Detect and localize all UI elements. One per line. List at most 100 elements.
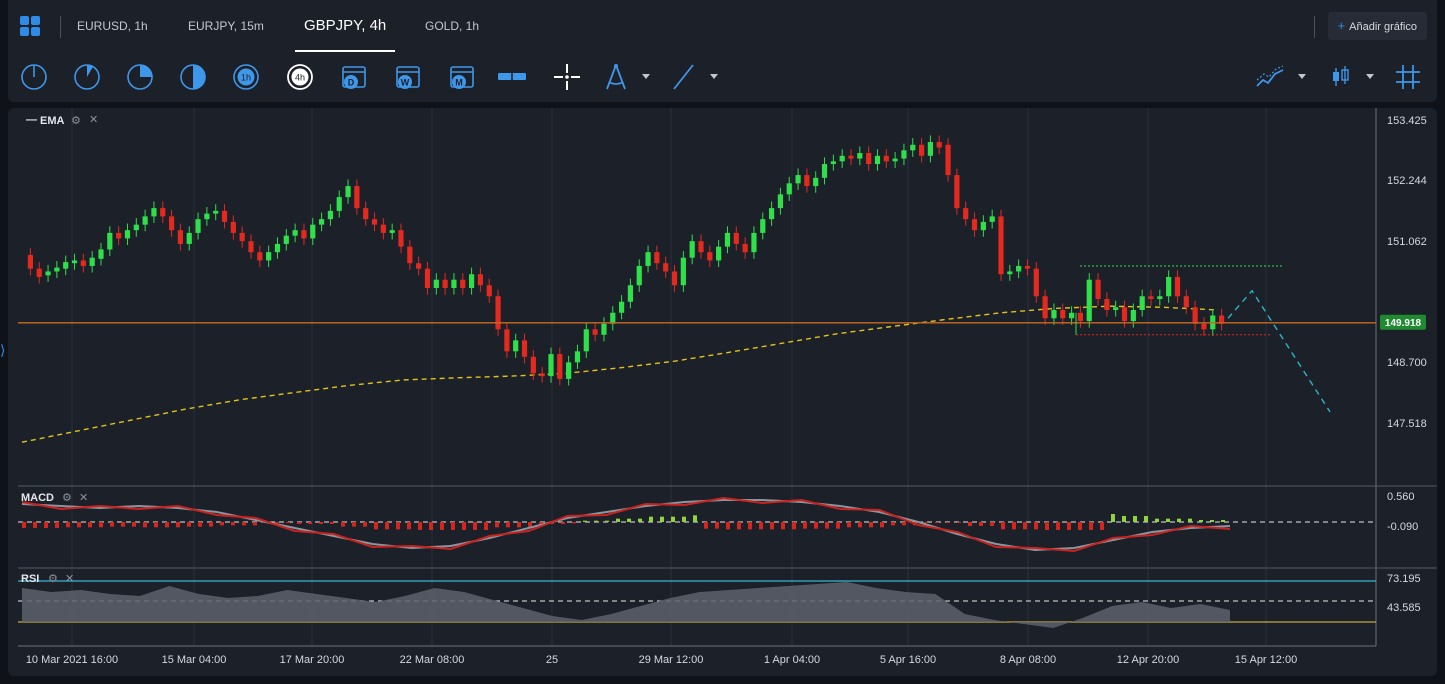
drawing-tools-button[interactable] [601, 62, 631, 92]
indicators-dropdown-icon[interactable] [1298, 74, 1306, 79]
ema-settings-icon[interactable]: ⚙ [71, 114, 81, 127]
tab-eurjpy-15m[interactable]: EURJPY, 15m [188, 0, 264, 52]
candle-body [724, 232, 731, 247]
line-tool-button[interactable] [669, 62, 699, 92]
candle-body [618, 301, 625, 313]
macd-histogram-bar [1155, 518, 1159, 522]
macd-histogram-bar [363, 522, 367, 527]
candle-body [363, 208, 369, 220]
macd-histogram-bar [352, 522, 356, 527]
macd-settings-icon[interactable]: ⚙ [62, 491, 72, 504]
candle-body [354, 186, 360, 209]
macd-histogram-bar [1100, 522, 1104, 530]
tab-gold-1h[interactable]: GOLD, 1h [425, 0, 479, 52]
candle-body [71, 260, 78, 264]
candle-body [768, 208, 775, 220]
rsi-close-icon[interactable]: ✕ [65, 572, 74, 585]
macd-histogram-bar [869, 522, 873, 528]
candle-body [1183, 296, 1189, 308]
candle-body [539, 373, 545, 377]
svg-text:W: W [401, 78, 410, 88]
macd-histogram-bar [242, 522, 246, 526]
candle-body [116, 232, 122, 239]
macd-histogram-bar [297, 522, 301, 524]
line-tool-dropdown-icon[interactable] [710, 74, 718, 79]
layout-grid-icon[interactable] [20, 16, 40, 36]
candle-body [813, 177, 819, 187]
candle-body [54, 267, 60, 272]
macd-histogram-bar [770, 522, 774, 530]
clock-4h-icon: 4h [287, 64, 313, 90]
timeframe-month-button[interactable]: M [447, 62, 477, 92]
chart-type-button[interactable] [1325, 62, 1355, 92]
candle-body [521, 340, 528, 357]
indicators-button[interactable] [1255, 62, 1285, 92]
macd-histogram-bar [22, 522, 26, 528]
candle-body [221, 210, 228, 222]
candle-body [1201, 323, 1207, 330]
candle-body [636, 265, 642, 286]
candle-body [177, 230, 184, 244]
macd-histogram-bar [275, 522, 279, 523]
macd-histogram-bar [1210, 520, 1214, 522]
candle-body [848, 155, 854, 159]
macd-histogram-bar [814, 522, 818, 529]
candle-body [689, 241, 695, 258]
candle-body [592, 329, 598, 335]
macd-histogram-bar [77, 522, 81, 528]
candle-body [1007, 271, 1013, 275]
chart-panel[interactable]: 153.425 152.244 151.062 149.918 148.700 147.5… [8, 108, 1437, 676]
candle-body [495, 296, 501, 330]
tab-gbpjpy-4h[interactable]: GBPJPY, 4h [295, 0, 396, 52]
candle-body [1192, 307, 1198, 324]
macd-histogram-bar [220, 522, 224, 526]
expand-sidebar-icon[interactable]: ⟩ [0, 342, 5, 359]
forecast-dashed-line [1227, 289, 1331, 413]
candle-body [601, 323, 607, 335]
candle-body [424, 268, 431, 288]
timeframe-5m-button[interactable] [72, 62, 102, 92]
ema-close-icon[interactable]: ✕ [89, 113, 98, 126]
candle-body [548, 354, 554, 377]
add-chart-button[interactable]: + Añadir gráfico [1327, 12, 1427, 40]
candle-body [186, 232, 192, 244]
macd-histogram-bar [374, 522, 378, 530]
macd-histogram-bar [726, 522, 730, 530]
rsi-settings-icon[interactable]: ⚙ [48, 572, 58, 585]
timeframe-day-button[interactable]: D [339, 62, 369, 92]
clock-1m-icon [21, 64, 47, 90]
range-tool-button[interactable] [497, 62, 527, 92]
candle-body [398, 230, 404, 247]
macd-histogram-bar [968, 522, 972, 526]
ema-collapse-icon[interactable]: — [26, 114, 37, 126]
macd-histogram-bar [440, 522, 444, 530]
timeframe-30m-button[interactable] [178, 62, 208, 92]
macd-histogram-bar [418, 522, 422, 530]
candle-body [1157, 296, 1163, 299]
macd-close-icon[interactable]: ✕ [79, 491, 88, 504]
timeframe-15m-button[interactable] [125, 62, 155, 92]
timeframe-4h-button[interactable]: 4h [285, 62, 315, 92]
grid-toggle-button[interactable] [1393, 62, 1423, 92]
candle-body [168, 216, 175, 231]
candle-body [389, 230, 395, 233]
macd-histogram-bar [902, 522, 906, 526]
candle-body [874, 155, 881, 165]
macd-histogram-bar [561, 522, 565, 524]
candlestick-chart[interactable]: 153.425 152.244 151.062 149.918 148.700 147.5… [8, 108, 1437, 676]
crosshair-button[interactable] [552, 62, 582, 92]
timeframe-week-button[interactable]: W [393, 62, 423, 92]
drawing-tools-dropdown-icon[interactable] [642, 74, 650, 79]
time-axis-label: 29 Mar 12:00 [639, 654, 704, 666]
candle-body [980, 221, 986, 231]
time-axis-label: 1 Apr 04:00 [764, 654, 820, 666]
timeframe-1m-button[interactable] [19, 62, 49, 92]
timeframe-1h-button[interactable]: 1h [231, 62, 261, 92]
macd-histogram-bar [330, 522, 334, 524]
ema-label: EMA [40, 115, 65, 127]
candle-body [742, 243, 748, 253]
tab-eurusd-1h[interactable]: EURUSD, 1h [77, 0, 148, 52]
macd-histogram-bar [759, 522, 763, 530]
chart-type-dropdown-icon[interactable] [1366, 74, 1374, 79]
macd-histogram-bar [924, 522, 928, 523]
